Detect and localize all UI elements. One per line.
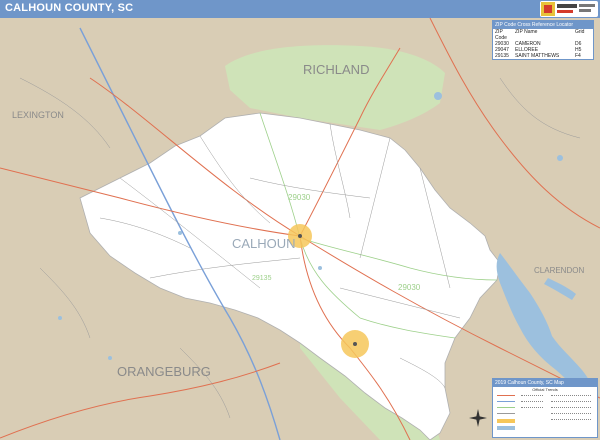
zip-label: 29030 — [398, 283, 421, 292]
pond — [178, 231, 182, 235]
compass-rose-icon — [469, 409, 487, 427]
legend-line — [551, 401, 591, 406]
legend-swatch-major-road — [497, 395, 515, 400]
zip-label: 29030 — [288, 193, 311, 202]
legend-line — [551, 419, 591, 424]
legend-subtitle: Official Trends — [532, 387, 558, 392]
zip-table-title: ZIP Code Cross Reference Locator — [493, 21, 593, 29]
legend-line — [521, 395, 543, 400]
page-title: CALHOUN COUNTY, SC — [5, 2, 134, 14]
zip-label: 29135 — [252, 275, 272, 282]
city-center-dot — [353, 342, 357, 346]
legend-swatch-city — [497, 419, 515, 423]
legend-line — [521, 407, 543, 412]
legend-line — [551, 407, 591, 412]
neighbor-label-lexington: LEXINGTON — [12, 110, 64, 120]
neighbor-label-clarendon: CLARENDON — [534, 266, 584, 275]
zip-table-header-row: ZIP Code ZIP Name Grid — [493, 29, 593, 41]
zip-reference-table: ZIP Code Cross Reference Locator ZIP Cod… — [492, 20, 594, 60]
zip-table-header: Grid — [575, 29, 585, 35]
neighbor-label-orangeburg: ORANGEBURG — [117, 364, 211, 379]
legend-title: 2019 Calhoun County, SC Map — [493, 379, 597, 387]
title-bar: CALHOUN COUNTY, SC — [0, 0, 600, 18]
pond — [58, 316, 62, 320]
zip-table-header: ZIP Name — [515, 29, 538, 35]
county-label: CALHOUN — [232, 236, 296, 251]
publisher-logo — [540, 1, 598, 17]
legend-line — [551, 413, 591, 418]
legend-swatch-highway — [497, 401, 515, 406]
legend-swatch-zip — [497, 407, 515, 412]
legend-swatch-local-road — [497, 413, 515, 418]
pond — [318, 266, 322, 270]
neighbor-label-richland: RICHLAND — [303, 62, 369, 77]
legend-swatch-water — [497, 426, 515, 430]
zip-name-cell: SAINT MATTHEWS — [515, 53, 560, 59]
legend-line — [521, 401, 543, 406]
table-row: 29135 SAINT MATTHEWS F4 — [493, 53, 593, 59]
map-frame: CALHOUN COUNTY, SC CALHOUN RICHLAND LEXI… — [0, 0, 600, 440]
city-center-dot — [298, 234, 302, 238]
zip-table-header: ZIP Code — [495, 29, 507, 41]
legend-line — [551, 395, 591, 400]
pond — [434, 92, 442, 100]
logo-graphic — [541, 2, 595, 16]
pond — [557, 155, 563, 161]
pond — [108, 356, 112, 360]
county-map: CALHOUN RICHLAND SUMTER LEXINGTON ORANGE… — [0, 18, 600, 440]
map-legend: 2019 Calhoun County, SC Map Official Tre… — [492, 378, 598, 438]
zip-grid-cell: F4 — [575, 53, 581, 59]
zip-code-cell: 29135 — [495, 53, 509, 59]
